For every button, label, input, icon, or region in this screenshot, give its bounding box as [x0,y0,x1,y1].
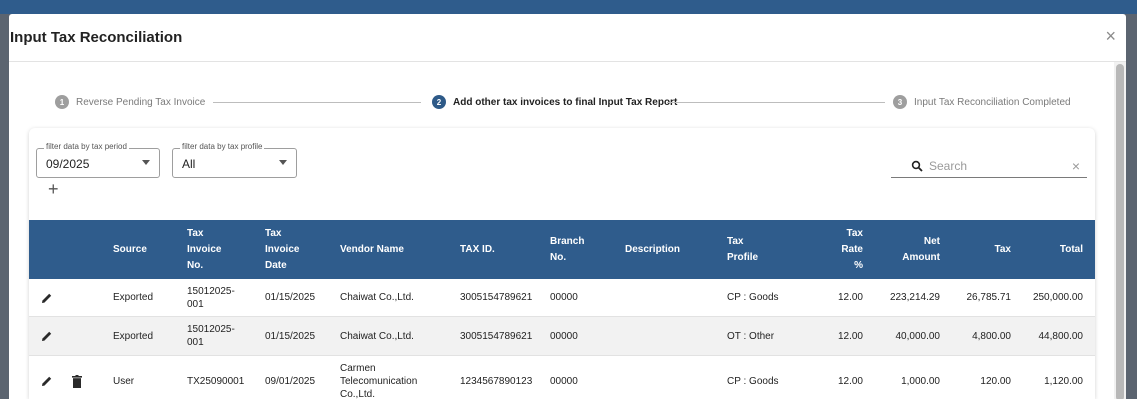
cell-tax-id: 1234567890123 [460,375,533,387]
cell-rate: 12.00 [837,292,863,303]
input-tax-reconciliation-dialog: Input Tax Reconciliation × 1 Reverse Pen… [9,14,1126,399]
edit-icon[interactable] [41,317,53,355]
tax-profile-value: All [182,157,196,171]
search-field[interactable]: Search × [891,156,1087,178]
cell-net: 1,000.00 [901,375,940,387]
cell-invoice-no: 15012025- 001 [187,285,235,310]
table-row[interactable]: Exported 15012025- 001 01/15/2025 Chaiwat… [29,279,1095,317]
cell-tax-id: 3005154789621 [460,292,533,303]
close-icon[interactable]: × [1105,26,1116,47]
chevron-down-icon [279,160,287,165]
cell-rate: 12.00 [837,330,863,342]
table-row[interactable]: Exported 15012025- 001 01/15/2025 Chaiwat… [29,317,1095,356]
cell-branch: 00000 [550,292,578,303]
dialog-header: Input Tax Reconciliation × [9,14,1126,62]
clear-icon[interactable]: × [1072,158,1080,174]
cell-rate: 12.00 [837,375,863,387]
content-panel: filter data by tax period 09/2025 filter… [29,128,1095,399]
cell-source: User [113,375,135,387]
dialog-title: Input Tax Reconciliation [10,29,183,46]
col-tax-invoice-date[interactable]: Tax Invoice Date [265,220,299,279]
cell-source: Exported [113,330,154,342]
edit-icon[interactable] [41,279,53,316]
cell-total: 250,000.00 [1032,292,1083,303]
cell-tax: 4,800.00 [972,330,1011,342]
col-tax-profile[interactable]: Tax Profile [727,220,758,279]
cell-date: 09/01/2025 [265,375,316,387]
chevron-down-icon [142,160,150,165]
cell-source: Exported [113,292,154,303]
stepper: 1 Reverse Pending Tax Invoice 2 Add othe… [9,95,1114,109]
tax-profile-select[interactable]: filter data by tax profile All [172,142,297,178]
col-description[interactable]: Description [625,220,680,279]
add-icon[interactable]: + [48,180,59,198]
cell-profile: OT : Other [727,330,775,342]
step-3-number: 3 [893,95,907,109]
cell-branch: 00000 [550,375,578,387]
step-connector [213,102,421,103]
table-row[interactable]: User TX25090001 09/01/2025 Carmen Telecom… [29,356,1095,399]
cell-date: 01/15/2025 [265,292,316,303]
step-3[interactable]: 3 Input Tax Reconciliation Completed [893,95,1071,109]
col-tax-invoice-no[interactable]: Tax Invoice No. [187,220,221,279]
cell-vendor: Chaiwat Co.,Ltd. [340,292,414,303]
tax-period-value: 09/2025 [46,157,90,171]
cell-tax-id: 3005154789621 [460,330,533,342]
step-3-label: Input Tax Reconciliation Completed [914,96,1071,108]
step-2[interactable]: 2 Add other tax invoices to final Input … [432,95,677,109]
step-connector [667,102,885,103]
col-net-amount[interactable]: Net Amount [879,220,940,279]
step-2-label: Add other tax invoices to final Input Ta… [453,96,678,108]
col-vendor-name[interactable]: Vendor Name [340,220,404,279]
step-1-number: 1 [55,95,69,109]
step-2-number: 2 [432,95,446,109]
cell-net: 223,214.29 [889,292,940,303]
backdrop [0,0,1137,14]
cell-tax: 26,785.71 [966,292,1012,303]
cell-total: 44,800.00 [1038,330,1084,342]
table-header: Source Tax Invoice No. Tax Invoice Date Vend… [29,220,1095,279]
delete-icon[interactable] [72,356,82,399]
step-1[interactable]: 1 Reverse Pending Tax Invoice [55,95,205,109]
cell-net: 40,000.00 [895,330,941,342]
cell-invoice-no: 15012025- 001 [187,324,235,348]
step-1-label: Reverse Pending Tax Invoice [76,96,206,108]
cell-profile: CP : Goods [727,292,779,303]
col-tax-id[interactable]: TAX ID. [460,220,495,279]
cell-vendor: Chaiwat Co.,Ltd. [340,330,414,342]
col-branch-no[interactable]: Branch No. [550,220,584,279]
tax-period-label: filter data by tax period [44,142,129,151]
search-input[interactable]: Search [929,159,967,173]
cell-date: 01/15/2025 [265,330,316,342]
edit-icon[interactable] [41,356,53,399]
cell-profile: CP : Goods [727,375,779,387]
col-tax-rate[interactable]: Tax Rate% [819,220,863,279]
cell-invoice-no: TX25090001 [187,375,245,387]
col-source[interactable]: Source [113,220,147,279]
col-total[interactable]: Total [1023,220,1083,279]
scrollbar-thumb[interactable] [1116,64,1124,399]
cell-total: 1,120.00 [1044,375,1083,387]
tax-period-select[interactable]: filter data by tax period 09/2025 [36,142,160,178]
col-tax[interactable]: Tax [959,220,1012,279]
cell-vendor: Carmen Telecomunication Co.,Ltd. [340,362,418,399]
tax-profile-label: filter data by tax profile [180,142,265,151]
search-icon [911,160,923,172]
cell-tax: 120.00 [980,375,1011,387]
cell-branch: 00000 [550,330,578,342]
